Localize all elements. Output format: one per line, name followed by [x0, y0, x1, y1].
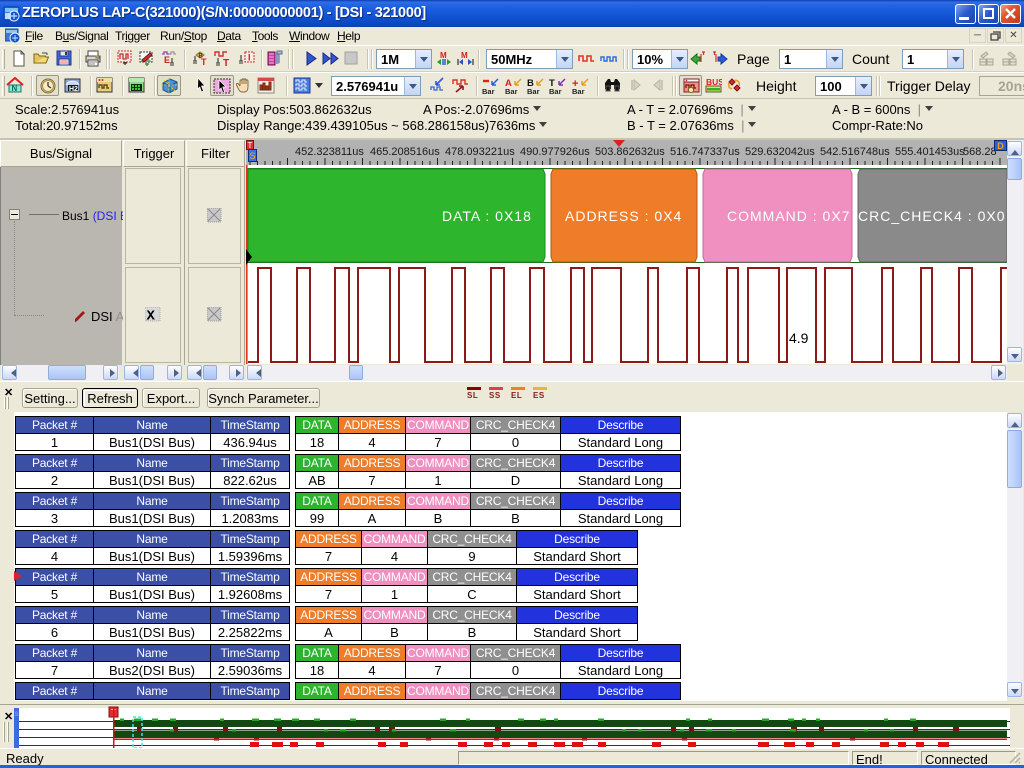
svg-text:s: s: [15, 709, 19, 718]
svg-text:Bar: Bar: [505, 87, 518, 96]
svg-text:Bar: Bar: [549, 87, 562, 96]
svg-text:Bar: Bar: [572, 87, 585, 96]
svg-text:E: E: [164, 55, 170, 65]
svg-text:Bar: Bar: [482, 87, 495, 96]
svg-text:DATA : 0X18: DATA : 0X18: [442, 208, 532, 224]
svg-text:CRC_CHECK4 : 0X0: CRC_CHECK4 : 0X0: [858, 208, 1006, 224]
svg-text:ADDRESS : 0X4: ADDRESS : 0X4: [565, 208, 682, 224]
svg-text:T: T: [201, 57, 207, 67]
svg-text:M: M: [440, 51, 447, 60]
svg-text:COMMAND : 0X7: COMMAND : 0X7: [727, 208, 850, 224]
svg-text:M: M: [461, 51, 468, 60]
svg-text:I: I: [248, 53, 251, 63]
svg-text:T: T: [223, 58, 229, 67]
svg-text:Bar: Bar: [527, 87, 540, 96]
svg-text:X: X: [147, 309, 156, 323]
svg-text:4.9: 4.9: [789, 330, 809, 346]
svg-text:N: N: [12, 84, 18, 93]
svg-text:H2: H2: [69, 86, 78, 93]
